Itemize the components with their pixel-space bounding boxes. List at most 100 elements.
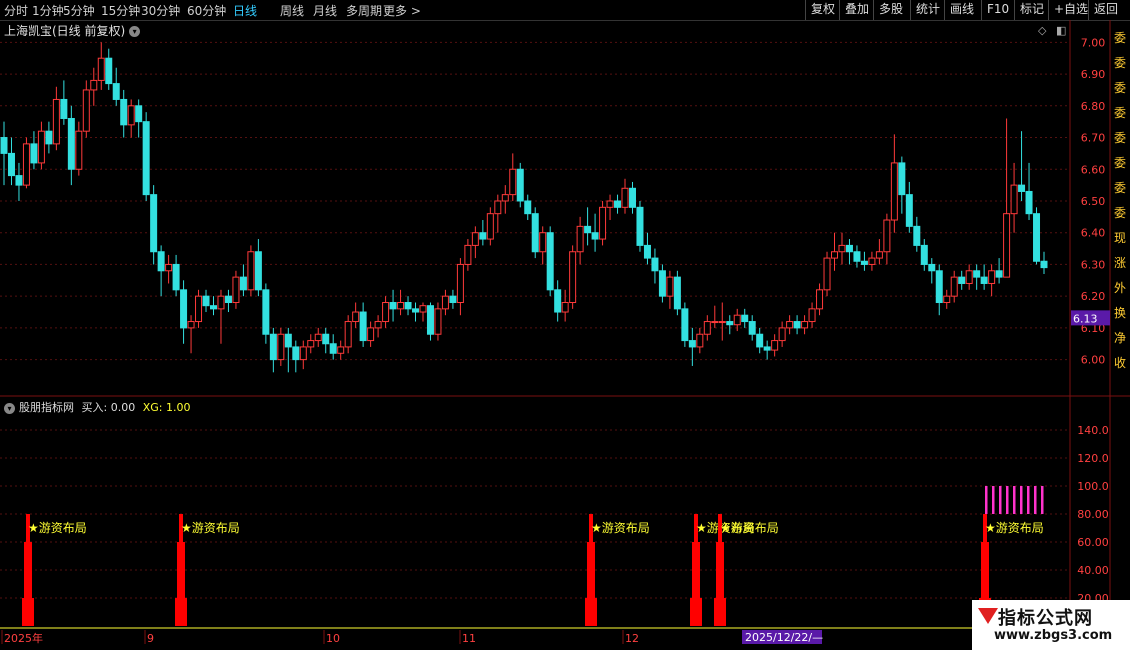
candle-body — [606, 200, 614, 208]
candle-body — [621, 187, 629, 208]
candle-body — [778, 327, 786, 342]
candle-body — [471, 232, 479, 246]
date-tick-label: 2025年 — [4, 631, 43, 645]
candle-body — [45, 130, 53, 145]
signal-bar-base — [690, 598, 702, 626]
candle-body — [584, 225, 592, 234]
candle-body — [935, 270, 943, 304]
candle-body — [748, 321, 756, 335]
watermark-url: www.zbgs3.com — [994, 628, 1113, 643]
candle-body — [658, 270, 666, 297]
candle-body — [0, 137, 8, 154]
candle-body — [75, 130, 83, 170]
candle-body — [82, 89, 90, 132]
candle-body — [67, 117, 75, 170]
candle-body — [643, 244, 651, 259]
candle-body — [845, 244, 853, 253]
signal-bar-mid — [716, 542, 724, 598]
candle-body — [464, 244, 472, 265]
candle-body — [950, 276, 958, 297]
candle-body — [823, 257, 831, 291]
candle-body — [509, 168, 517, 196]
candle-body — [614, 200, 622, 208]
indicator-tick-label: 140.0 — [1077, 424, 1109, 437]
candle-body — [262, 289, 270, 335]
candle-body — [786, 321, 794, 329]
candle-body — [681, 308, 689, 342]
candle-body — [808, 308, 816, 323]
watermark-logo: 指标公式网 — [998, 608, 1093, 629]
magenta-signal-bar — [999, 486, 1002, 514]
candle-body — [37, 130, 45, 164]
signal-bar-base — [175, 598, 187, 626]
cursor-date-label: 2025/12/22/— — [745, 631, 823, 644]
candle-body — [135, 105, 143, 123]
candle-body — [928, 263, 936, 272]
candle-body — [441, 295, 449, 310]
watermark: 指标公式网 www.zbgs3.com — [972, 600, 1130, 650]
candle-body — [666, 276, 674, 297]
candle-body — [1025, 190, 1033, 215]
chart-canvas[interactable]: 7.006.906.806.706.606.506.406.306.206.10… — [0, 0, 1130, 650]
magenta-signal-bar — [992, 486, 995, 514]
candle-body — [576, 225, 584, 253]
side-panel-char: 换 — [1114, 306, 1126, 320]
candle-body — [868, 257, 876, 265]
candle-body — [269, 333, 277, 361]
candle-body — [486, 213, 494, 240]
candle-body — [329, 343, 337, 354]
price-tick-label: 6.80 — [1081, 100, 1106, 113]
candle-body — [52, 98, 60, 145]
magenta-signal-bar — [1006, 486, 1009, 514]
side-panel-char: 委 — [1114, 131, 1126, 145]
candle-body — [651, 257, 659, 272]
candle-body — [726, 321, 734, 326]
candle-body — [965, 270, 973, 284]
side-panel-char: 委 — [1114, 181, 1126, 195]
magenta-signal-bar — [1034, 486, 1037, 514]
candle-body — [97, 57, 105, 81]
indicator-tick-label: 100.0 — [1077, 480, 1109, 493]
candle-body — [142, 121, 150, 196]
candle-body — [838, 244, 846, 253]
candle-body — [793, 321, 801, 329]
candle-body — [688, 340, 696, 348]
candle-body — [958, 276, 966, 284]
diamond-icon[interactable]: ◇ — [1038, 24, 1047, 37]
candle-body — [374, 321, 382, 329]
candle-body — [359, 311, 367, 342]
candle-body — [352, 311, 360, 323]
magenta-signal-bar — [1020, 486, 1023, 514]
logo-icon — [978, 608, 998, 624]
panel-toggle-icon[interactable]: ◧ — [1056, 24, 1066, 37]
price-tick-label: 6.90 — [1081, 68, 1106, 81]
side-panel-char: 委 — [1114, 206, 1126, 220]
candle-body — [449, 295, 457, 304]
candle-body — [217, 295, 225, 310]
candle-body — [150, 194, 158, 253]
candle-body — [561, 302, 569, 313]
candle-body — [389, 302, 397, 310]
candle-body — [711, 321, 719, 324]
candle-body — [995, 270, 1003, 278]
candle-body — [539, 232, 547, 253]
candle-body — [307, 340, 315, 348]
candle-body — [239, 276, 247, 291]
price-tick-label: 6.30 — [1081, 258, 1106, 271]
candle-body — [382, 302, 390, 323]
candle-body — [1018, 184, 1026, 192]
candle-body — [172, 263, 180, 291]
indicator-tick-label: 80.00 — [1077, 508, 1109, 521]
side-panel-char: 外 — [1114, 281, 1126, 295]
candle-body — [816, 289, 824, 310]
candle-body — [90, 79, 98, 91]
signal-bar-base — [22, 598, 34, 626]
candle-body — [1033, 213, 1041, 262]
candle-body — [703, 321, 711, 335]
candle-body — [913, 225, 921, 246]
side-panel-char: 收 — [1114, 356, 1126, 370]
signal-label: ★游资布局 — [181, 521, 240, 535]
candle-body — [801, 321, 809, 329]
magenta-signal-bar — [985, 486, 988, 514]
candle-body — [412, 308, 420, 313]
